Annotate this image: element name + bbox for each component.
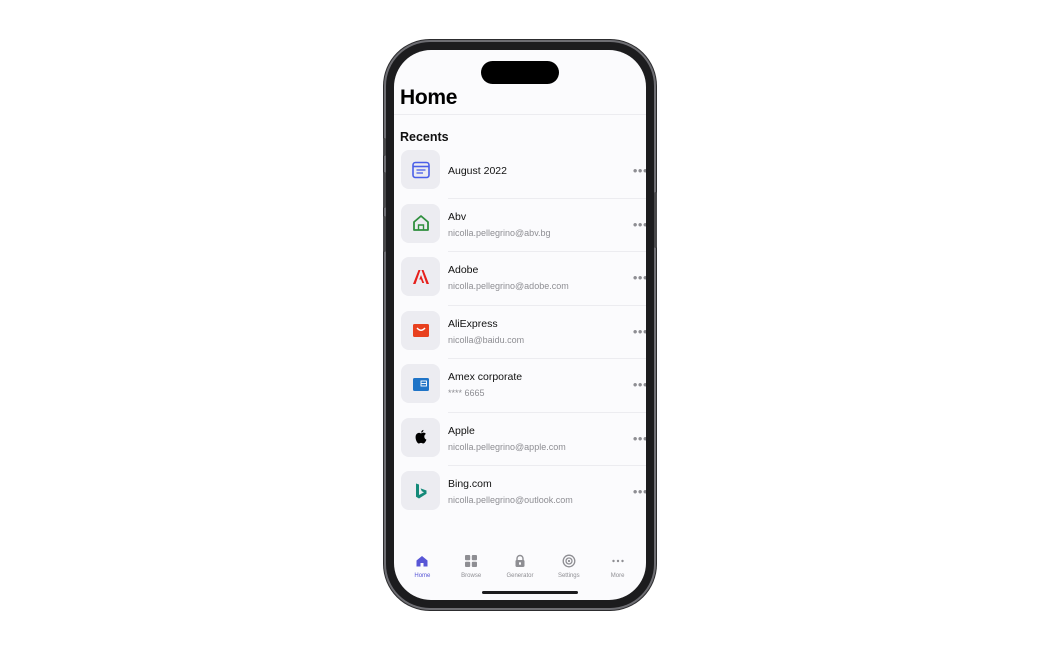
- abv-house-icon: [401, 203, 440, 243]
- item-subtitle: nicolla.pellegrino@outlook.com: [448, 495, 573, 505]
- item-name: AliExpress: [448, 317, 498, 330]
- tab-more[interactable]: More: [594, 550, 642, 590]
- grid-icon: [462, 552, 480, 570]
- lock-icon: [511, 552, 529, 570]
- tab-generator[interactable]: Generator: [496, 550, 544, 590]
- volume-up-button: [383, 172, 386, 208]
- amex-card-icon: [401, 364, 440, 403]
- item-name: August 2022: [448, 165, 507, 177]
- tab-label: Home: [414, 573, 431, 579]
- action-button: [383, 138, 386, 156]
- item-subtitle: nicolla.pellegrino@abv.bg: [448, 227, 551, 238]
- item-subtitle: nicolla.pellegrino@adobe.com: [448, 281, 569, 291]
- home-indicator[interactable]: [482, 591, 578, 594]
- tab-label: More: [610, 573, 625, 579]
- adobe-logo-icon: [401, 257, 440, 296]
- gear-icon: [560, 552, 578, 570]
- more-options-button[interactable]: •••: [633, 431, 646, 446]
- calendar-note-icon: [401, 150, 440, 189]
- recents-list: August 2022 ••• Abv nicolla.pellegrino@a…: [394, 145, 646, 520]
- dynamic-island: [481, 61, 559, 84]
- app-screen: Home Recents August 2022 •••: [394, 50, 646, 600]
- aliexpress-bag-icon: [401, 310, 440, 350]
- item-subtitle: nicolla.pellegrino@apple.com: [448, 441, 566, 452]
- section-title-recents: Recents: [400, 130, 449, 144]
- tab-bar: Home Browse Generator Settings More: [394, 550, 646, 590]
- more-options-button[interactable]: •••: [633, 163, 646, 178]
- more-options-button[interactable]: •••: [633, 270, 646, 285]
- page-title: Home: [400, 86, 458, 109]
- title-divider: [394, 114, 646, 115]
- bing-logo-icon: [401, 471, 440, 510]
- item-name: Apple: [448, 424, 475, 437]
- apple-logo-icon: [401, 417, 440, 457]
- list-item-august-2022[interactable]: August 2022 •••: [394, 145, 646, 199]
- power-button: [654, 192, 657, 248]
- item-name: Adobe: [448, 264, 479, 276]
- list-item-aliexpress[interactable]: AliExpress nicolla@baidu.com •••: [394, 306, 646, 359]
- volume-down-button: [383, 216, 386, 252]
- tab-browse[interactable]: Browse: [447, 550, 495, 590]
- tab-label: Browse: [461, 573, 482, 579]
- item-name: Amex corporate: [448, 371, 523, 383]
- tab-label: Settings: [557, 573, 580, 579]
- item-subtitle: nicolla@baidu.com: [448, 334, 525, 345]
- item-name: Abv: [448, 210, 467, 223]
- tab-settings[interactable]: Settings: [545, 550, 593, 590]
- more-options-button[interactable]: •••: [633, 324, 646, 339]
- house-icon: [413, 552, 431, 570]
- list-item-apple[interactable]: Apple nicolla.pellegrino@apple.com •••: [394, 413, 646, 466]
- ellipsis-icon: [609, 552, 627, 570]
- list-item-adobe[interactable]: Adobe nicolla.pellegrino@adobe.com •••: [394, 252, 646, 306]
- tab-home[interactable]: Home: [398, 550, 446, 590]
- tab-label: Generator: [506, 573, 534, 579]
- list-item-abv[interactable]: Abv nicolla.pellegrino@abv.bg •••: [394, 199, 646, 252]
- list-item-amex-corporate[interactable]: Amex corporate **** 6665 •••: [394, 359, 646, 413]
- item-subtitle: **** 6665: [448, 388, 485, 398]
- more-options-button[interactable]: •••: [633, 217, 646, 232]
- list-item-bing[interactable]: Bing.com nicolla.pellegrino@outlook.com …: [394, 466, 646, 520]
- phone-frame: Home Recents August 2022 •••: [383, 42, 657, 608]
- more-options-button[interactable]: •••: [633, 377, 646, 392]
- more-options-button[interactable]: •••: [633, 484, 646, 499]
- item-name: Bing.com: [448, 478, 492, 490]
